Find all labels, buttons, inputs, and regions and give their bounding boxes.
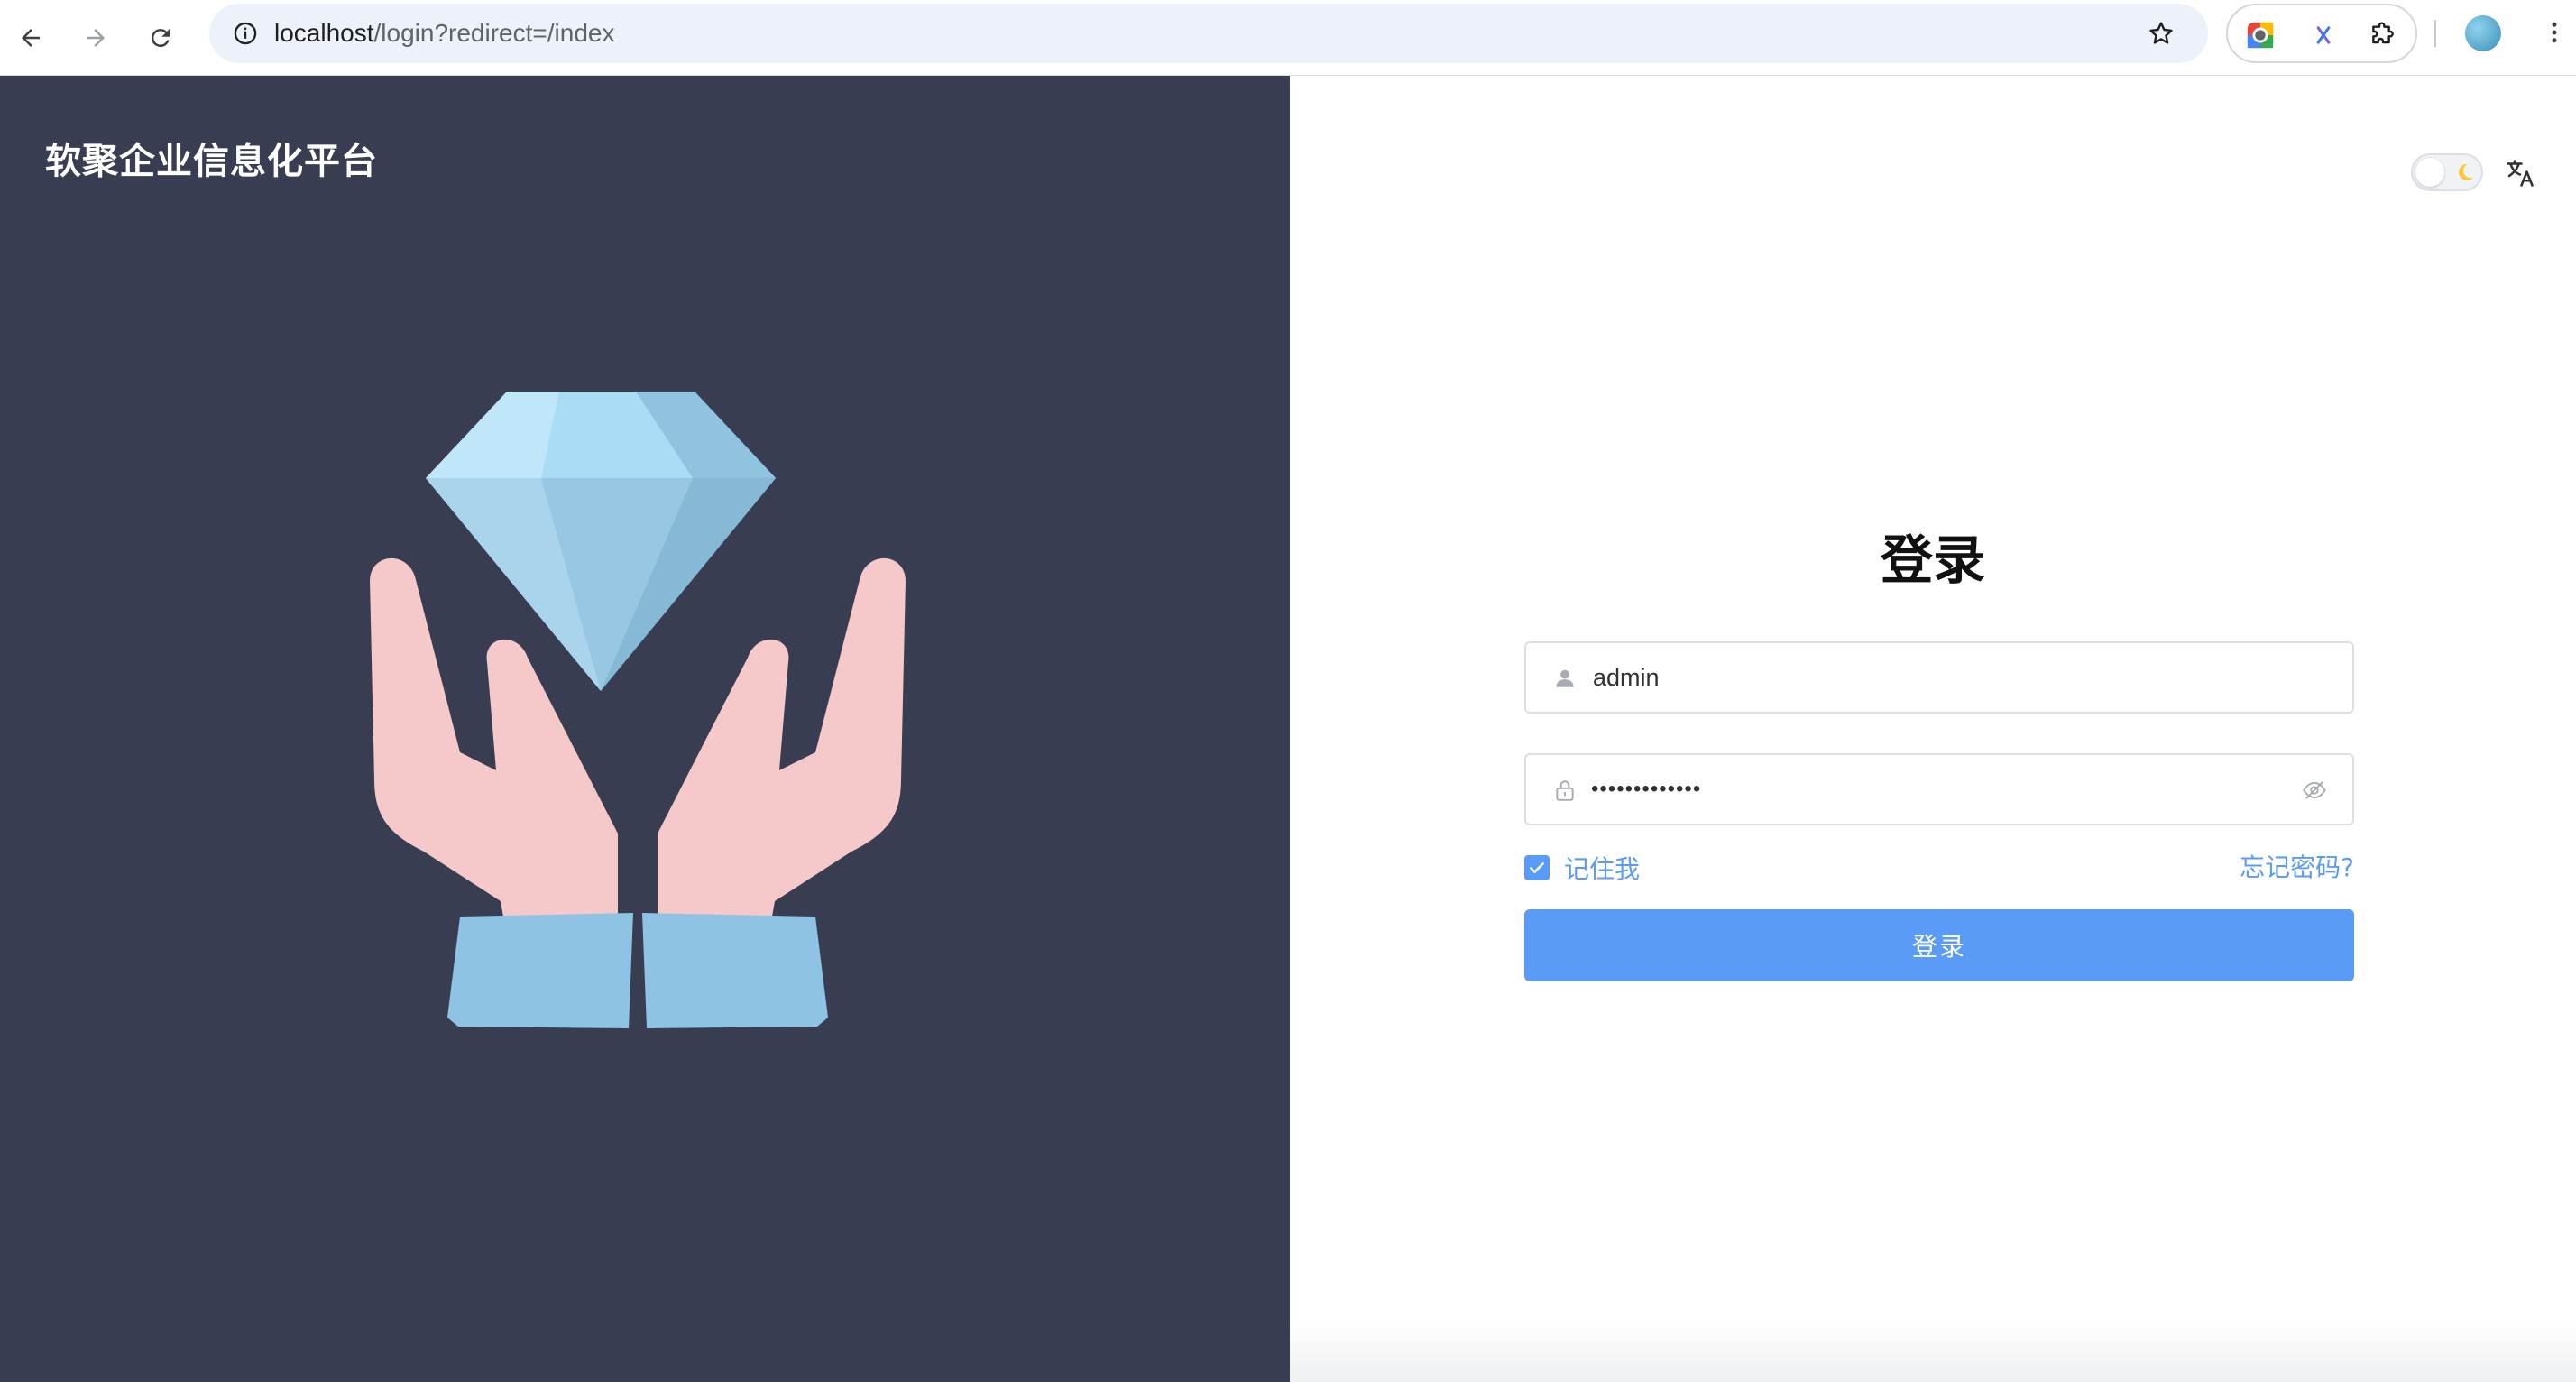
extensions-group [2226,4,2417,63]
eye-hidden-icon[interactable] [2300,777,2329,804]
url-path: /login?redirect=/index [373,19,615,47]
profile-avatar[interactable] [2465,15,2501,51]
checkbox-checked[interactable] [1524,855,1550,880]
browser-menu-button[interactable] [2533,11,2576,54]
password-input[interactable]: ••••••••••••• [1591,755,1701,824]
extensions-menu-button[interactable] [2361,14,2405,57]
toggle-knob [2415,158,2444,187]
username-input[interactable] [1591,643,2277,712]
puzzle-extensions-icon [2372,22,2394,44]
user-icon [1551,665,1578,692]
diamond-icon [426,392,776,691]
x-extension[interactable] [2302,14,2345,57]
remember-me-checkbox[interactable]: 记住我 [1524,850,1640,886]
kebab-menu-icon [2552,22,2557,43]
branding-panel: 软聚企业信息化平台 [0,76,1290,1382]
color-picker-extension[interactable] [2239,14,2282,57]
right-hand [642,557,906,1028]
back-arrow-icon [22,29,40,47]
moon-icon [2452,160,2478,185]
password-field[interactable]: ••••••••••••• [1524,753,2354,825]
check-icon [1530,862,1544,873]
hands-holding-diamond-illustration [370,392,906,1028]
brand-title: 软聚企业信息化平台 [45,141,378,182]
forward-arrow-icon [87,29,105,47]
x-extension-icon [2316,26,2331,44]
reload-button[interactable] [135,13,186,63]
username-field[interactable] [1524,641,2354,714]
forgot-password-link[interactable]: 忘记密码? [2240,850,2354,886]
color-picker-extension-icon [2247,22,2274,49]
forward-button[interactable] [70,13,121,63]
login-title: 登录 [1880,530,1985,591]
browser-toolbar: localhost/login?redirect=/index [0,0,2576,76]
star-icon [2149,22,2173,44]
site-info-button[interactable] [224,12,267,55]
url-host: localhost [274,19,374,47]
translate-icon [2507,160,2534,187]
login-panel: 登录 ••••••••••••• 记住我 忘记密码? 登录 [1290,76,2576,1382]
reload-icon [151,29,170,48]
bookmark-button[interactable] [2139,12,2183,55]
dark-mode-toggle[interactable] [2411,153,2483,191]
info-icon [234,22,257,45]
back-button[interactable] [5,13,56,63]
url-text: localhost/login?redirect=/index [274,4,614,63]
remember-me-label[interactable]: 记住我 [1564,850,1640,886]
toolbar-divider [2434,20,2436,47]
login-button[interactable]: 登录 [1524,909,2354,981]
address-bar[interactable]: localhost/login?redirect=/index [209,4,2208,63]
lock-icon [1551,777,1578,804]
language-switch-button[interactable] [2500,153,2540,193]
